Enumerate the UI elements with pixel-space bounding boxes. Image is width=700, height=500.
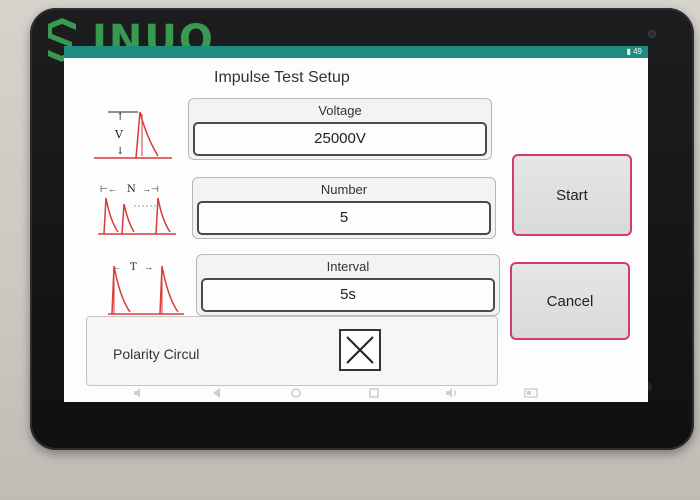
number-waveform-diagram: ⊢← N →⊣ [94, 180, 180, 240]
interval-input[interactable]: 5s [201, 278, 495, 312]
voltage-label: Voltage [318, 103, 362, 118]
android-nav-bar [100, 382, 570, 404]
interval-waveform-diagram: ← T → [106, 258, 186, 318]
checkbox-x-icon [346, 336, 374, 364]
start-button[interactable]: Start [512, 154, 632, 236]
number-field-group: Number 5 [192, 177, 496, 239]
interval-label: Interval [326, 259, 370, 274]
svg-text:⊢←: ⊢← [100, 184, 117, 194]
polarity-checkbox[interactable] [339, 329, 381, 371]
polarity-row: Polarity Circul [86, 316, 498, 386]
number-input[interactable]: 5 [197, 201, 491, 235]
voltage-field-group: Voltage 25000V [188, 98, 492, 160]
volume-down-icon[interactable] [131, 385, 147, 401]
interval-diagram-label: T [130, 262, 137, 273]
home-icon[interactable] [288, 385, 304, 401]
recents-icon[interactable] [366, 385, 382, 401]
touch-screen: ▮ 49 Impulse Test Setup ↑ V ↓ ⊢← N →⊣ ← … [64, 46, 648, 402]
voltage-input[interactable]: 25000V [193, 122, 487, 156]
page-title: Impulse Test Setup [214, 69, 350, 86]
interval-field-group: Interval 5s [196, 254, 500, 316]
cancel-button[interactable]: Cancel [510, 262, 630, 340]
svg-text:→⊣: →⊣ [142, 184, 159, 194]
polarity-label: Polarity Circul [113, 346, 200, 362]
svg-text:↑: ↑ [116, 112, 124, 123]
back-icon[interactable] [209, 385, 225, 401]
svg-text:→: → [144, 262, 153, 272]
voltage-waveform-diagram: ↑ V ↓ [90, 106, 174, 162]
status-text: ▮ 49 [626, 47, 642, 56]
number-label: Number [320, 182, 368, 197]
svg-text:↓: ↓ [116, 146, 124, 157]
screenshot-icon[interactable] [523, 385, 539, 401]
voltage-diagram-label: V [114, 128, 124, 141]
status-bar: ▮ 49 [64, 46, 648, 58]
camera-dot [648, 30, 656, 38]
volume-up-icon[interactable] [444, 385, 460, 401]
number-diagram-label: N [127, 184, 136, 195]
